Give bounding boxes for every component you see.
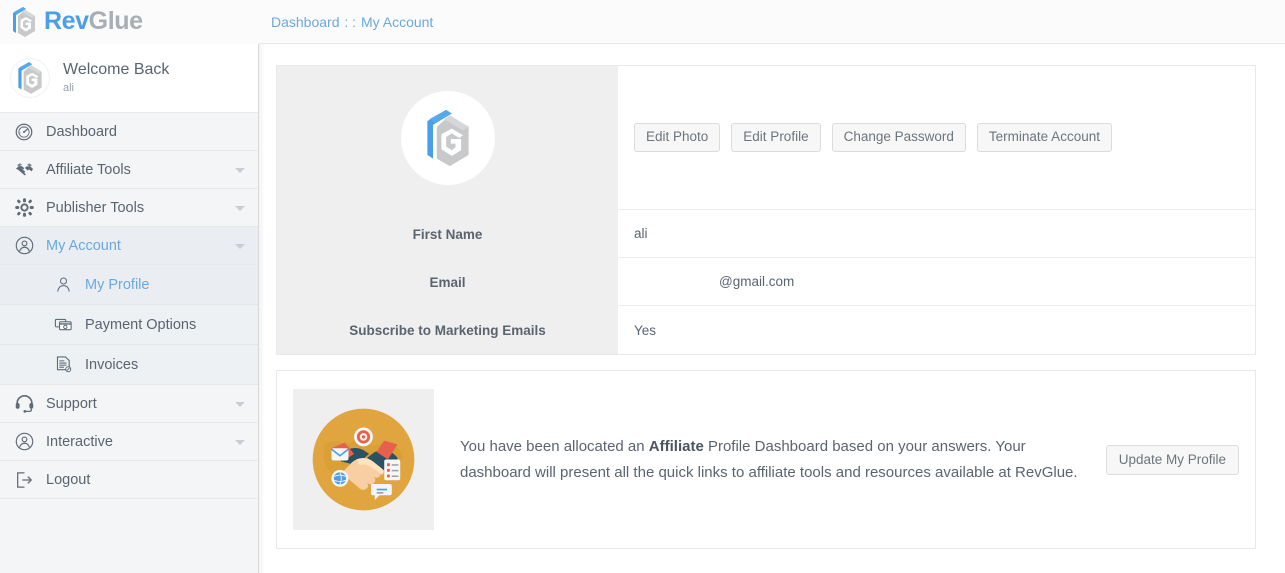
sidebar-nav: Dashboard Affiliate Tools Publisher Tool… [0, 113, 258, 499]
user-icon [50, 272, 76, 298]
field-label-subscribe: Subscribe to Marketing Emails [349, 322, 546, 338]
field-label-first-name: First Name [412, 226, 483, 242]
sidebar-item-dashboard[interactable]: Dashboard [0, 113, 258, 151]
chevron-down-icon[interactable] [235, 243, 245, 249]
sidebar-item-label: Logout [46, 471, 91, 488]
brand-name-glue: Glue [88, 7, 143, 35]
sidebar-welcome-block: Welcome Back ali [0, 44, 258, 113]
welcome-title: Welcome Back [63, 61, 170, 79]
terminate-account-button[interactable]: Terminate Account [976, 123, 1112, 153]
breadcrumb: Dashboard : : My Account [259, 14, 433, 30]
brand-name: RevGlue [44, 9, 143, 34]
brand-name-rev: Rev [44, 7, 89, 35]
handshake-icon [11, 157, 37, 183]
field-value-subscribe: Yes [634, 322, 657, 338]
notice-text-bold: Affiliate [648, 437, 704, 455]
invoice-document-icon [50, 352, 76, 378]
sidebar-item-payment-options[interactable]: Payment Options [0, 305, 258, 345]
sidebar-item-publisher-tools[interactable]: Publisher Tools [0, 189, 258, 227]
logout-arrow-icon [11, 467, 37, 493]
welcome-avatar [10, 58, 50, 98]
sidebar-subitem-label: Invoices [85, 356, 139, 373]
dashboard-notice-text: You have been allocated an Affiliate Pro… [434, 434, 1106, 486]
sidebar-subitem-label: Payment Options [85, 316, 197, 333]
chevron-down-icon[interactable] [235, 401, 245, 407]
avatar[interactable] [400, 91, 495, 186]
edit-profile-button[interactable]: Edit Profile [731, 123, 821, 153]
sidebar-item-interactive[interactable]: Interactive [0, 423, 258, 461]
breadcrumb-dashboard[interactable]: Dashboard [271, 14, 340, 30]
speedometer-icon [11, 119, 37, 145]
profile-avatar-wrap [277, 66, 618, 210]
sidebar-item-label: Affiliate Tools [46, 161, 131, 178]
sidebar-item-label: Publisher Tools [46, 199, 145, 216]
edit-photo-button[interactable]: Edit Photo [634, 123, 721, 153]
sidebar-item-affiliate-tools[interactable]: Affiliate Tools [0, 151, 258, 189]
sidebar-item-support[interactable]: Support [0, 385, 258, 423]
top-bar: RevGlue Dashboard : : My Account [0, 0, 1285, 44]
sidebar-item-label: My Account [46, 237, 121, 254]
user-circle-icon [11, 429, 37, 455]
main-content: First Name Email Subscribe to Marketing … [259, 44, 1285, 573]
chevron-down-icon[interactable] [235, 205, 245, 211]
profile-actions-row: Edit Photo Edit Profile Change Password … [618, 66, 1255, 211]
revglue-cube-logo-icon [8, 5, 40, 39]
chevron-down-icon[interactable] [235, 167, 245, 173]
breadcrumb-separator: : : [344, 13, 357, 30]
sidebar-item-my-account[interactable]: My Account [0, 227, 258, 265]
dashboard-notice-card: You have been allocated an Affiliate Pro… [276, 370, 1256, 549]
welcome-username: ali [63, 81, 75, 94]
sidebar-item-label: Interactive [46, 433, 113, 450]
sidebar: Welcome Back ali Dashboard Affiliate Too… [0, 44, 265, 573]
welcome-text: Welcome Back ali [63, 61, 169, 94]
sidebar-item-my-profile[interactable]: My Profile [0, 265, 258, 305]
profile-values-column: Edit Photo Edit Profile Change Password … [618, 66, 1255, 354]
app-root: RevGlue Dashboard : : My Account Welcome… [0, 0, 1285, 573]
brand-logo-area[interactable]: RevGlue [0, 0, 259, 44]
sidebar-item-label: Dashboard [46, 123, 117, 140]
dashboard-notice-action: Update My Profile [1105, 444, 1239, 475]
profile-labels-column: First Name Email Subscribe to Marketing … [277, 66, 618, 354]
breadcrumb-my-account[interactable]: My Account [361, 14, 433, 30]
handshake-partnership-illustration-icon [293, 389, 434, 530]
notice-text-before: You have been allocated an [460, 437, 649, 455]
profile-card: First Name Email Subscribe to Marketing … [276, 65, 1256, 355]
sidebar-item-logout[interactable]: Logout [0, 461, 258, 499]
credit-cards-icon [50, 312, 76, 338]
field-value-first-name: ali [618, 210, 1255, 259]
chevron-down-icon[interactable] [235, 439, 245, 445]
change-password-button[interactable]: Change Password [831, 123, 966, 153]
sidebar-item-invoices[interactable]: Invoices [0, 345, 258, 385]
field-value-email: @gmail.com [618, 258, 1255, 307]
sidebar-item-label: Support [46, 395, 97, 412]
user-circle-icon [11, 233, 37, 259]
field-label-email: Email [429, 274, 466, 290]
sidebar-subitem-label: My Profile [85, 276, 150, 293]
hub-nodes-icon [11, 195, 37, 221]
headset-icon [11, 391, 37, 417]
update-my-profile-button[interactable]: Update My Profile [1105, 444, 1239, 475]
